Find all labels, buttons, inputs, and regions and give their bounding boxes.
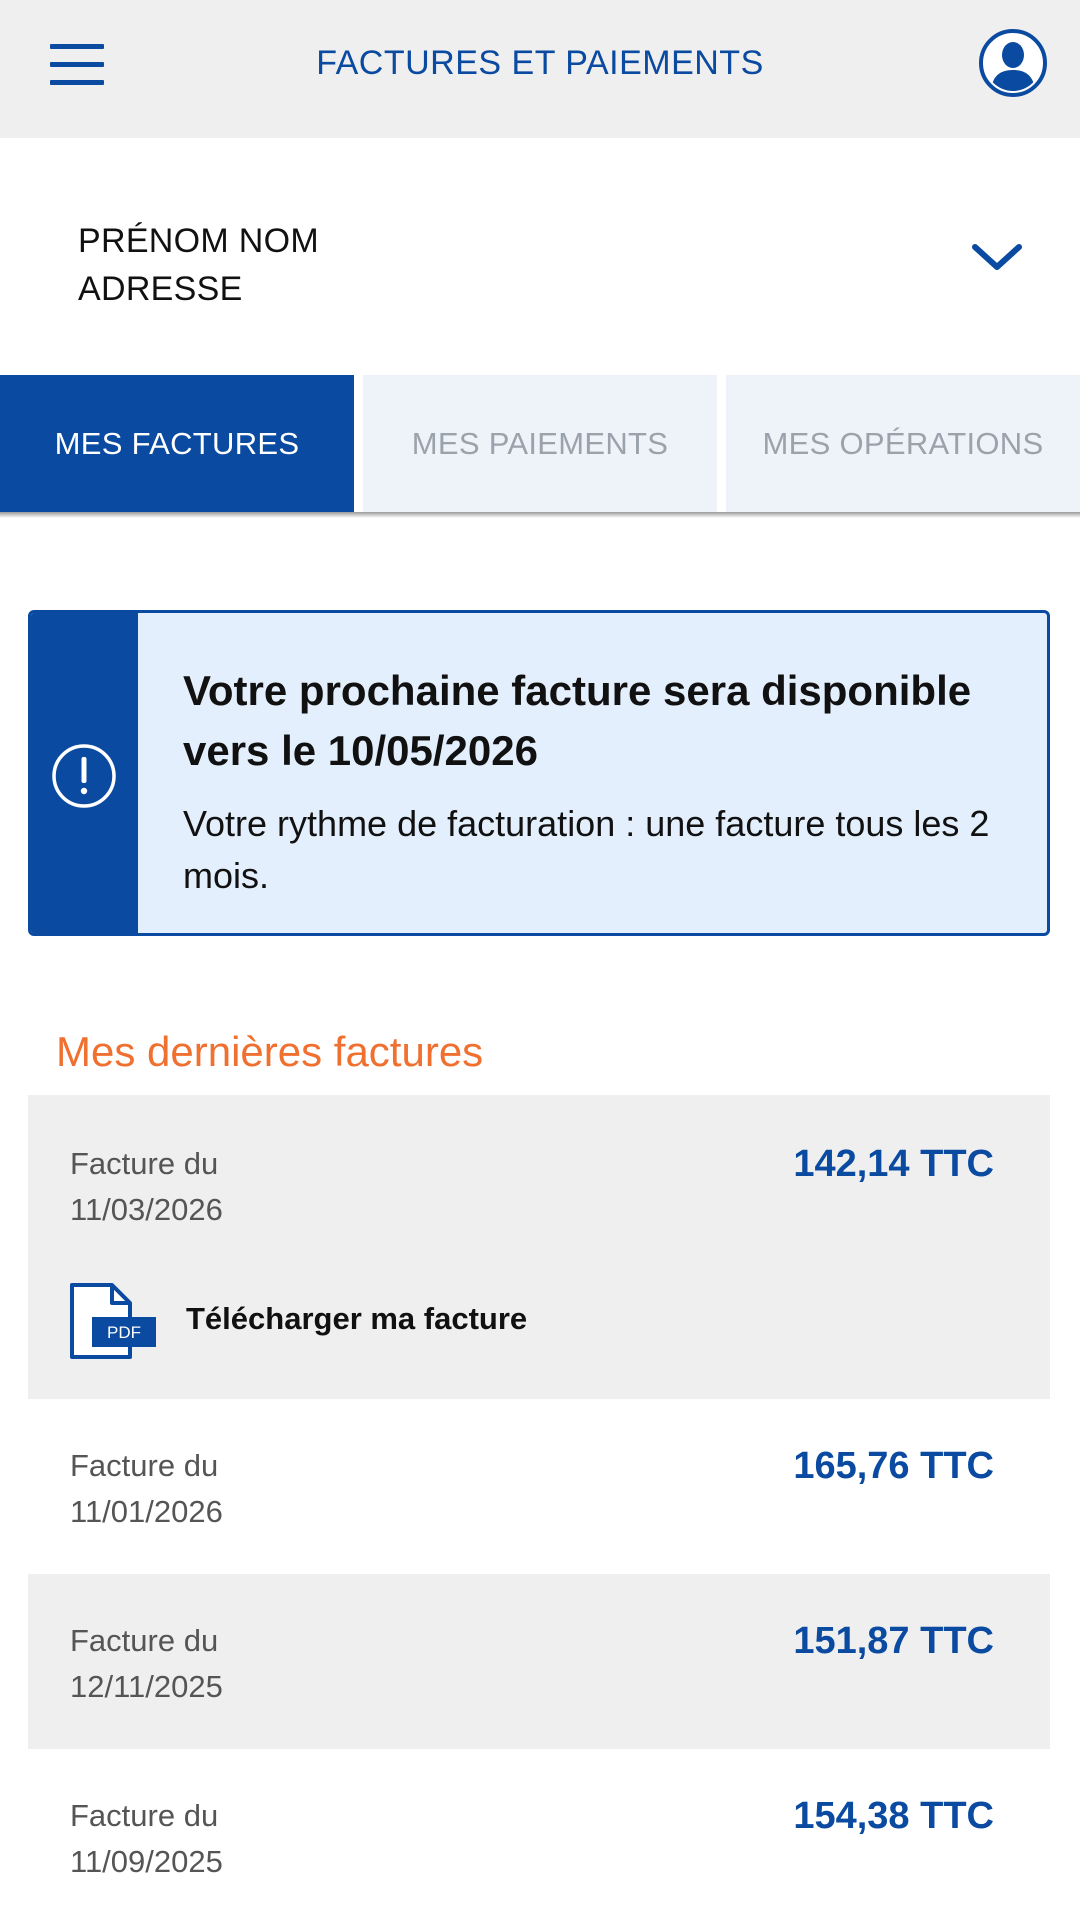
exclamation-circle-icon <box>52 744 116 808</box>
download-invoice-button[interactable]: PDF Télécharger ma facture <box>68 1281 588 1361</box>
user-avatar-icon[interactable] <box>978 28 1048 98</box>
tab-mes-paiements[interactable]: MES PAIEMENTS <box>363 375 717 512</box>
page-title: FACTURES ET PAIEMENTS <box>316 44 764 82</box>
invoice-amount: 154,38 TTC <box>793 1795 994 1837</box>
app-header: FACTURES ET PAIEMENTS <box>0 0 1080 138</box>
account-address: ADRESSE <box>78 270 243 308</box>
banner-text: Votre rythme de facturation : une factur… <box>183 803 990 896</box>
next-invoice-banner: Votre prochaine facture sera disponible … <box>28 610 1050 936</box>
chevron-down-icon[interactable] <box>970 240 1024 274</box>
invoice-label: Facture du <box>70 1448 219 1483</box>
pdf-file-icon: PDF <box>70 1283 156 1359</box>
invoice-amount: 142,14 TTC <box>793 1143 994 1185</box>
section-title: Mes dernières factures <box>56 1028 484 1075</box>
invoice-label: Facture du <box>70 1623 219 1658</box>
invoice-item[interactable]: Facture du 11/09/2025 154,38 TTC <box>28 1749 1050 1920</box>
invoice-date: 12/11/2025 <box>70 1669 223 1704</box>
banner-title: Votre prochaine facture sera disponible … <box>183 667 972 774</box>
invoice-amount: 151,87 TTC <box>793 1620 994 1662</box>
download-invoice-label: Télécharger ma facture <box>186 1301 528 1336</box>
account-name: PRÉNOM NOM <box>78 222 319 260</box>
tab-mes-operations[interactable]: MES OPÉRATIONS <box>726 375 1080 512</box>
tab-mes-factures[interactable]: MES FACTURES <box>0 375 354 512</box>
banner-strip <box>31 613 138 933</box>
invoice-item[interactable]: Facture du 11/01/2026 165,76 TTC <box>28 1399 1050 1574</box>
svg-text:PDF: PDF <box>107 1323 141 1342</box>
invoice-label: Facture du <box>70 1798 219 1833</box>
invoice-label: Facture du <box>70 1146 219 1181</box>
invoice-item[interactable]: Facture du 11/03/2026 142,14 TTC PDF Tél… <box>28 1095 1050 1399</box>
tab-bar-shadow <box>0 512 1080 518</box>
invoice-amount: 165,76 TTC <box>793 1445 994 1487</box>
account-selector[interactable]: PRÉNOM NOM ADRESSE <box>0 138 1080 375</box>
invoice-date: 11/03/2026 <box>70 1192 223 1227</box>
tab-bar: MES FACTURES MES PAIEMENTS MES OPÉRATION… <box>0 375 1080 512</box>
invoice-date: 11/01/2026 <box>70 1494 223 1529</box>
invoice-date: 11/09/2025 <box>70 1844 223 1879</box>
invoice-item[interactable]: Facture du 12/11/2025 151,87 TTC <box>28 1574 1050 1749</box>
